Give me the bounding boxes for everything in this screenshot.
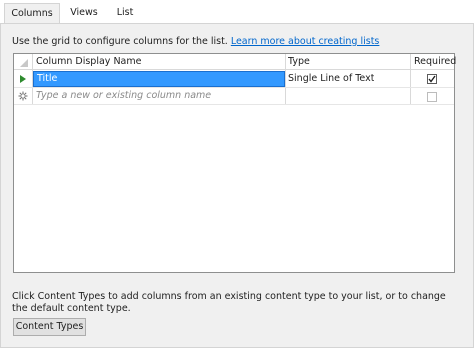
title-type-cell[interactable]: Single Line of Text bbox=[288, 71, 374, 87]
content-types-hint: Click Content Types to add columns from … bbox=[12, 291, 446, 314]
tab-strip: Columns Views List bbox=[0, 0, 474, 24]
learn-more-link[interactable]: Learn more about creating lists bbox=[231, 36, 380, 47]
new-row-required-checkbox bbox=[427, 92, 437, 102]
header-column-name[interactable]: Column Display Name bbox=[36, 54, 141, 70]
triangle-right-icon bbox=[20, 75, 26, 83]
corner-triangle-icon bbox=[20, 59, 28, 67]
gear-icon bbox=[18, 91, 28, 101]
new-column-input[interactable]: Type a new or existing column name bbox=[36, 88, 211, 104]
columns-grid[interactable]: Column Display Name Type Required Title … bbox=[13, 53, 456, 273]
title-required-checkbox[interactable] bbox=[427, 74, 437, 84]
tab-views[interactable]: Views bbox=[64, 3, 104, 23]
intro-text: Use the grid to configure columns for th… bbox=[12, 36, 228, 47]
header-required[interactable]: Required bbox=[414, 54, 456, 70]
content-types-button[interactable]: Content Types bbox=[13, 318, 86, 336]
tab-columns[interactable]: Columns bbox=[4, 3, 60, 24]
header-type[interactable]: Type bbox=[288, 54, 310, 70]
checkmark-icon bbox=[428, 75, 436, 83]
title-name-cell[interactable]: Title bbox=[33, 71, 285, 87]
grid-divider bbox=[285, 54, 286, 104]
intro-line: Use the grid to configure columns for th… bbox=[12, 36, 379, 47]
row-divider bbox=[14, 104, 454, 105]
grid-divider bbox=[410, 54, 411, 104]
tab-list[interactable]: List bbox=[110, 3, 140, 23]
